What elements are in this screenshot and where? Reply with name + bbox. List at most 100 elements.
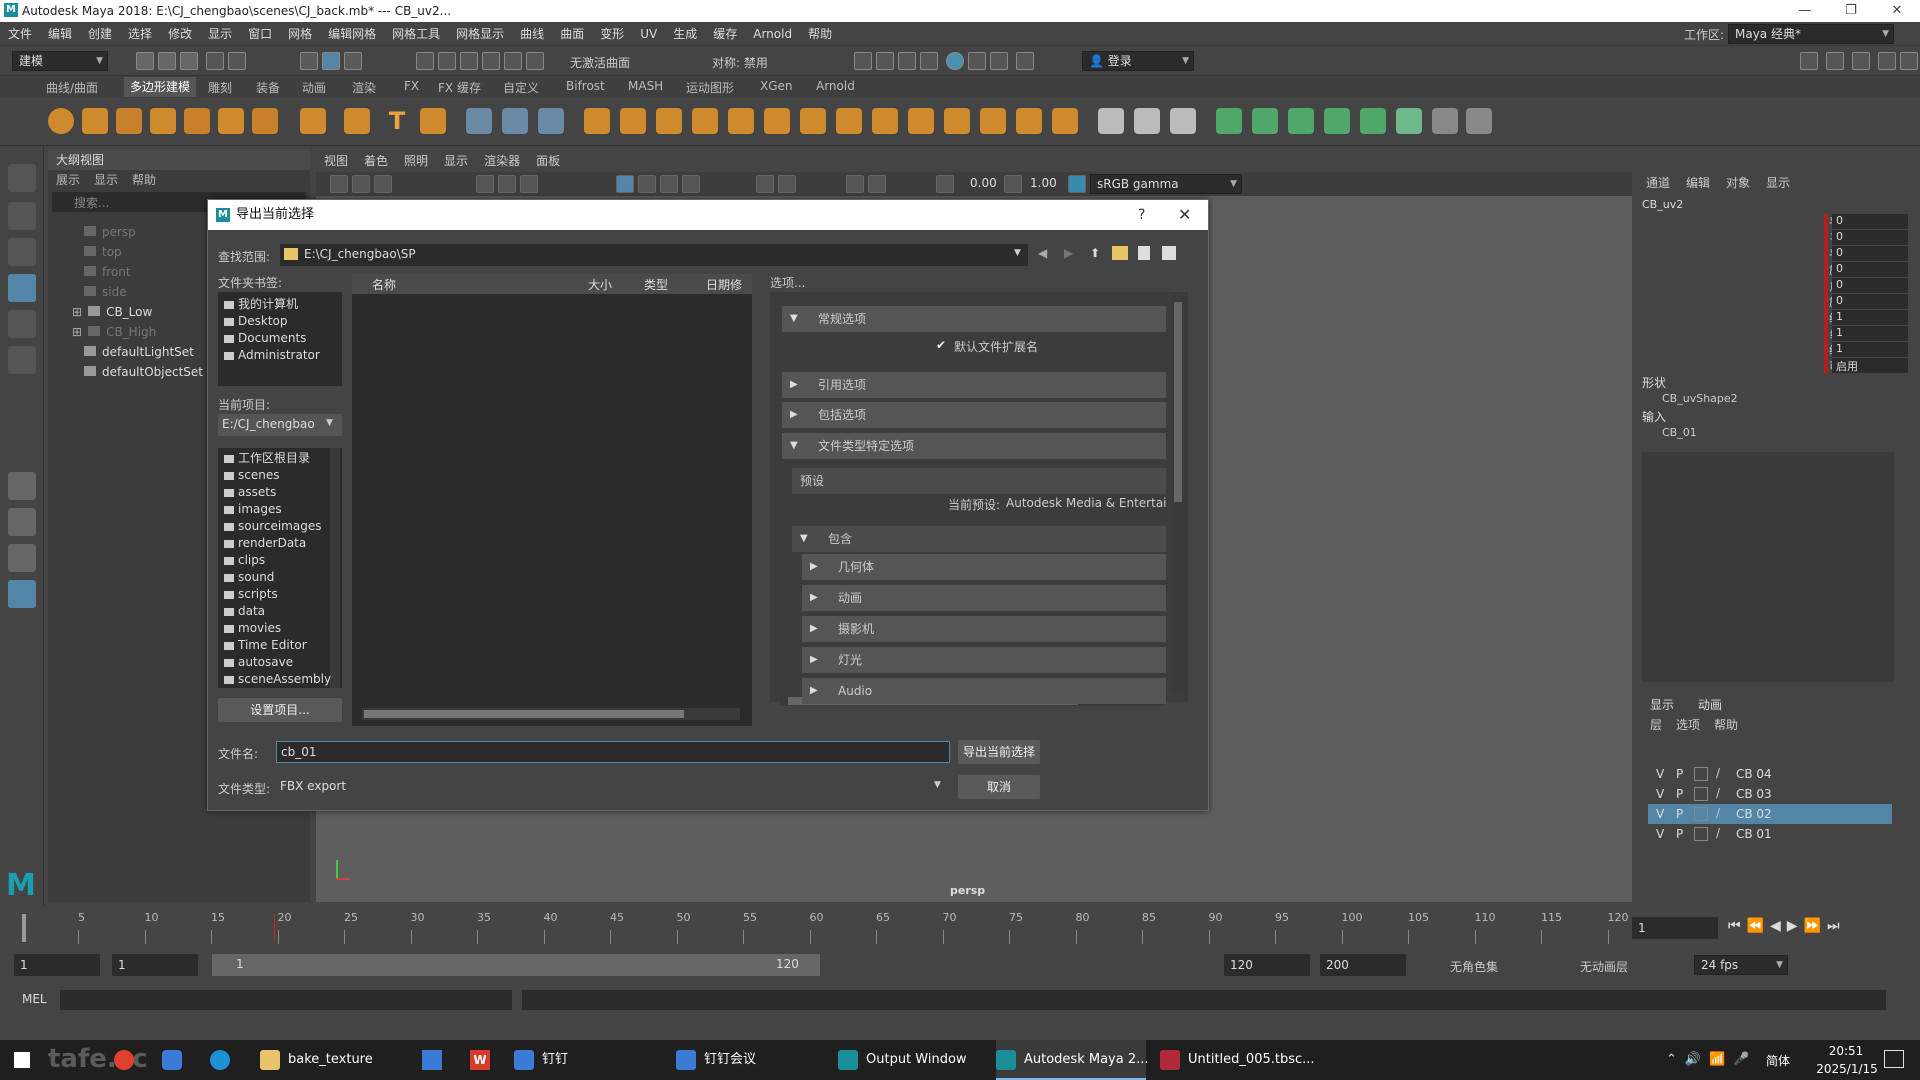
film-gate-icon[interactable]: [498, 175, 516, 193]
channel-attribute-value[interactable]: 0: [1832, 230, 1908, 245]
file-list-hscrollbar[interactable]: [362, 708, 740, 720]
layer-name[interactable]: CB 03: [1736, 787, 1772, 801]
vscroll-thumb[interactable]: [1174, 302, 1182, 502]
layer-visibility-toggle[interactable]: V: [1656, 807, 1664, 821]
folder-item[interactable]: 工作区根目录: [224, 450, 310, 467]
layer-name[interactable]: CB 02: [1736, 807, 1772, 821]
snap-point-icon[interactable]: [460, 52, 478, 70]
poly-cone-icon[interactable]: [150, 108, 176, 134]
character-set-select[interactable]: 无角色集: [1450, 958, 1498, 975]
clock-date[interactable]: 2025/1/15: [1810, 1062, 1884, 1076]
store-icon[interactable]: [422, 1050, 442, 1070]
snap-surface-icon[interactable]: [504, 52, 522, 70]
layer-menu-item[interactable]: 选项: [1676, 716, 1700, 733]
menu-item[interactable]: 曲面: [552, 22, 592, 46]
render-settings-icon[interactable]: [920, 52, 938, 70]
poly-cube-icon[interactable]: [82, 108, 108, 134]
folder-item[interactable]: images: [224, 501, 282, 518]
layer-row[interactable]: V P / CB 03: [1648, 784, 1892, 804]
channel-attribute-value[interactable]: 0: [1832, 246, 1908, 261]
combine-icon[interactable]: [466, 108, 492, 134]
channel-menu-item[interactable]: 通道: [1646, 174, 1670, 191]
channel-menu-item[interactable]: 编辑: [1686, 174, 1710, 191]
channel-attribute-row[interactable]: 可见性启用: [1772, 358, 1908, 374]
layer-playback-toggle[interactable]: P: [1676, 807, 1683, 821]
outliner-item[interactable]: front: [84, 262, 131, 282]
layer-color-swatch[interactable]: [1694, 807, 1708, 821]
layer-color-swatch[interactable]: [1694, 827, 1708, 841]
shelf-tab[interactable]: 曲线/曲面: [46, 79, 98, 96]
ambient-occlusion-icon[interactable]: [778, 175, 796, 193]
menu-item[interactable]: 变形: [592, 22, 632, 46]
layer-menu-item[interactable]: 层: [1650, 716, 1662, 733]
default-ext-checkbox[interactable]: ✔ 默认文件扩展名: [936, 338, 1186, 358]
input-name[interactable]: CB_01: [1662, 426, 1697, 439]
layer-visibility-toggle[interactable]: V: [1656, 787, 1664, 801]
select-hierarchy-icon[interactable]: [300, 52, 318, 70]
smooth-shade-icon[interactable]: [638, 175, 656, 193]
shelf-tab[interactable]: 多边形建模: [124, 77, 197, 97]
channel-attribute-row[interactable]: 缩放 Y1: [1772, 326, 1908, 342]
shelf-tab[interactable]: 装备: [256, 79, 280, 96]
bevel-edge-icon[interactable]: [764, 108, 790, 134]
outliner-item[interactable]: defaultObjectSet: [84, 362, 203, 382]
lasso-tool-icon[interactable]: [8, 202, 36, 230]
menu-item[interactable]: UV: [632, 22, 665, 46]
viewport-menu-item[interactable]: 视图: [316, 150, 356, 172]
viewport-menu-item[interactable]: 渲染器: [476, 150, 528, 172]
folder-item[interactable]: data: [224, 603, 265, 620]
poly-platonic-icon[interactable]: [300, 108, 326, 134]
channel-attribute-value[interactable]: 1: [1832, 342, 1908, 357]
shelf-tab[interactable]: 雕刻: [208, 79, 232, 96]
layer-playback-toggle[interactable]: P: [1676, 787, 1683, 801]
poly-cylinder-icon[interactable]: [116, 108, 142, 134]
taskbar-item[interactable]: Untitled_005.tbsc...: [1160, 1040, 1315, 1080]
folder-item[interactable]: sourceimages: [224, 518, 321, 535]
hypershade-icon[interactable]: [946, 52, 964, 70]
grab-icon[interactable]: [1170, 108, 1196, 134]
include-subsection[interactable]: ▶ 几何体: [802, 554, 1166, 580]
parent-folder-icon[interactable]: ⬆: [1090, 246, 1100, 260]
render-current-icon[interactable]: [854, 52, 872, 70]
color-management-icon[interactable]: [1068, 175, 1086, 193]
render-view-icon[interactable]: [968, 52, 986, 70]
set-project-button[interactable]: 设置项目...: [218, 698, 342, 722]
channel-attribute-row[interactable]: 平移 Y0: [1772, 230, 1908, 246]
multi-cut-icon[interactable]: [1016, 108, 1042, 134]
workspace-select[interactable]: Maya 经典* ▼: [1728, 24, 1894, 44]
lock-camera-icon[interactable]: [990, 52, 1008, 70]
taskbar-item[interactable]: Autodesk Maya 2...: [996, 1040, 1149, 1080]
target-weld-icon[interactable]: [1052, 108, 1078, 134]
fps-select[interactable]: 24 fps ▼: [1694, 955, 1788, 975]
menu-set-select[interactable]: 建模 ▼: [12, 51, 108, 71]
undo-icon[interactable]: [206, 52, 224, 70]
viewport-menu-item[interactable]: 照明: [396, 150, 436, 172]
character-controls-icon[interactable]: [1826, 52, 1844, 70]
menu-item[interactable]: 修改: [160, 22, 200, 46]
playback-controls-icon[interactable]: ⏮⏪◀▶⏩⏭: [1728, 918, 1846, 934]
gamma-value[interactable]: 1.00: [1030, 176, 1057, 190]
app-icon[interactable]: [162, 1050, 182, 1070]
pause-icon[interactable]: [1016, 52, 1034, 70]
layer-visibility-toggle[interactable]: V: [1656, 827, 1664, 841]
folder-item[interactable]: clips: [224, 552, 265, 569]
poly-plane-icon[interactable]: [218, 108, 244, 134]
channel-attribute-value[interactable]: 启用: [1832, 358, 1908, 373]
live-surface-label[interactable]: 无激活曲面: [570, 54, 630, 71]
render-sequence-icon[interactable]: [876, 52, 894, 70]
new-folder-icon[interactable]: [1112, 246, 1128, 260]
folder-item[interactable]: scripts: [224, 586, 278, 603]
shelf-tab[interactable]: 运动图形: [686, 79, 734, 96]
gamma-icon[interactable]: [1004, 175, 1022, 193]
outliner-item[interactable]: ⊞ CB_High: [72, 322, 156, 342]
wps-icon[interactable]: W: [470, 1050, 490, 1070]
bevel-alt-icon[interactable]: [728, 108, 754, 134]
uv-automatic-icon[interactable]: [1324, 108, 1350, 134]
extrude-icon[interactable]: [620, 108, 646, 134]
filetype-select[interactable]: FBX export ▼: [276, 776, 950, 798]
ime-indicator[interactable]: 简体: [1766, 1052, 1790, 1069]
outliner-menu-item[interactable]: 显示: [94, 173, 118, 187]
layer-name[interactable]: CB 04: [1736, 767, 1772, 781]
outliner-item[interactable]: side: [84, 282, 127, 302]
shelf-tab[interactable]: 动画: [302, 79, 326, 96]
